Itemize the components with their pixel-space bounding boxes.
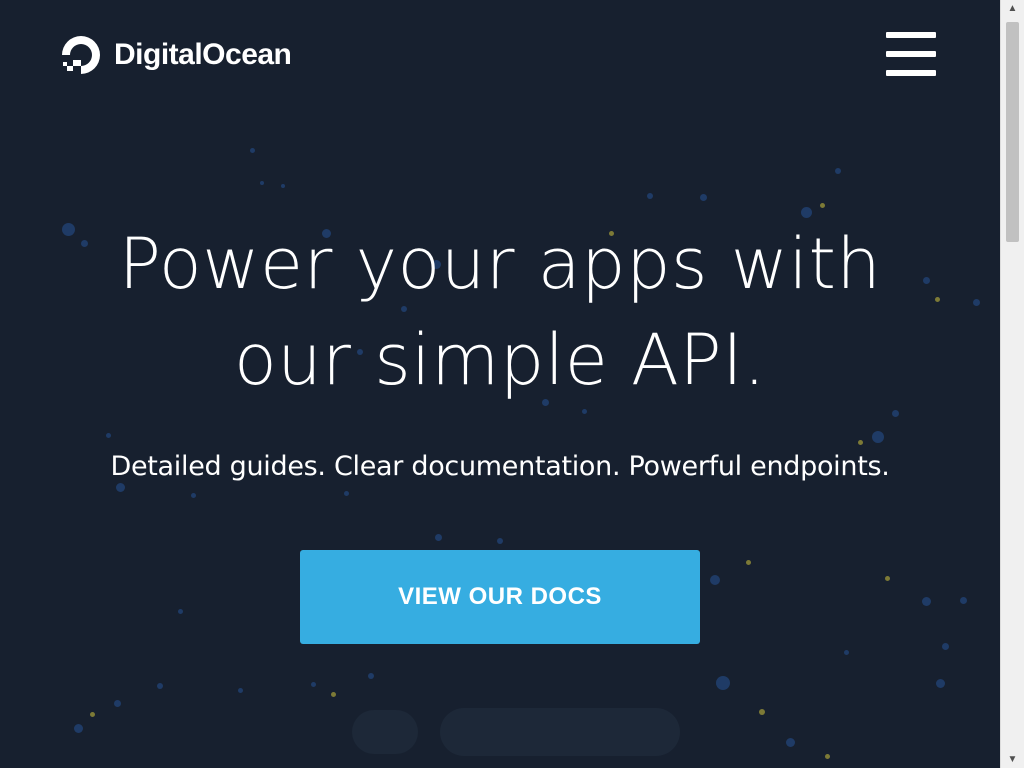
background-star [343,490,349,496]
background-star [190,492,196,498]
background-star [581,408,587,414]
background-star [434,533,442,541]
background-star [105,432,111,438]
background-star [745,559,751,565]
background-star [113,699,121,707]
menu-bar [886,32,936,38]
background-star [921,596,931,606]
background-star [699,193,707,201]
hero-title-line-1: Power your apps with [118,223,882,305]
menu-bar [886,70,936,76]
background-star [368,673,374,679]
background-star [884,575,890,581]
background-star [177,608,183,614]
background-star [647,193,653,199]
background-star [497,538,503,544]
background-star [73,723,83,733]
background-star [716,676,730,690]
background-star [959,596,967,604]
decorative-shape [440,708,680,756]
hero-title-line-2: our simple API. [233,319,767,401]
background-star [835,168,841,174]
page-viewport: DigitalOcean Power your apps with our si… [0,0,1000,768]
background-star [941,642,949,650]
hero-title: Power your apps with our simple API. [0,216,1000,408]
background-star [824,753,830,759]
brand-name: DigitalOcean [114,38,292,71]
background-star [310,681,316,687]
background-star [281,184,285,188]
hamburger-menu-icon[interactable] [886,32,936,76]
scroll-up-arrow-icon[interactable]: ▲ [1001,0,1024,17]
background-star [891,409,899,417]
background-star [872,431,884,443]
background-star [260,181,264,185]
decorative-shape [352,710,418,754]
background-star [857,439,863,445]
background-star [237,687,243,693]
view-docs-button[interactable]: VIEW OUR DOCS [300,550,700,644]
hero-subtitle: Detailed guides. Clear documentation. Po… [110,451,890,482]
background-star [935,678,945,688]
background-star [157,683,163,689]
background-star [843,649,849,655]
vertical-scrollbar[interactable]: ▲ ▼ [1000,0,1024,768]
digitalocean-logo-icon [62,36,100,74]
background-star [249,147,255,153]
background-star [710,575,720,585]
scroll-down-arrow-icon[interactable]: ▼ [1001,751,1024,768]
site-header: DigitalOcean [0,0,1000,110]
menu-bar [886,51,936,57]
background-star [330,691,336,697]
background-star [819,202,825,208]
background-star [785,737,795,747]
background-star [759,709,765,715]
background-star [89,711,95,717]
scrollbar-thumb[interactable] [1006,22,1019,242]
digitalocean-logo-link[interactable]: DigitalOcean [60,34,292,76]
